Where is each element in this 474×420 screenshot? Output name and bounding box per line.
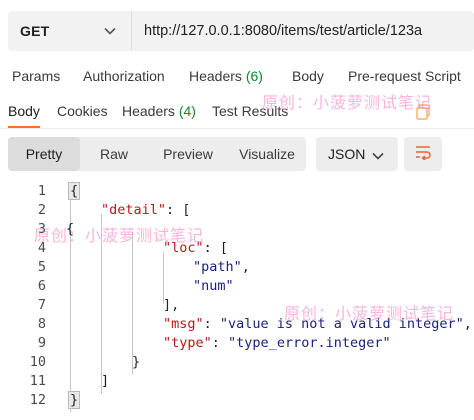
code-line: "path", (193, 259, 250, 275)
json-punctuation: : [ (203, 240, 229, 256)
json-punctuation: : (211, 335, 229, 351)
request-tabs: Params Authorization Headers (6) Body Pr… (12, 66, 474, 88)
tab-count: (6) (245, 68, 263, 84)
indent-guide (101, 214, 102, 394)
chevron-down-icon (103, 24, 117, 38)
line-number: 10 (29, 354, 46, 370)
tab-cookies[interactable]: Cookies (57, 103, 108, 119)
tab-response-headers[interactable]: Headers (4) (122, 103, 196, 119)
response-code-editor[interactable]: 1 2 3 4 5 6 7 8 9 10 11 12 { "detail": [… (0, 180, 474, 420)
tab-label: Test Results (212, 103, 289, 119)
copy-icon[interactable] (416, 104, 430, 120)
format-visualize-button[interactable]: Visualize (228, 137, 306, 171)
request-bar: GET http://127.0.0.1:8080/items/test/art… (8, 11, 474, 51)
tab-label: Headers (189, 68, 242, 84)
code-line: { (66, 221, 74, 237)
code-line: { (68, 182, 81, 200)
json-punctuation: , (241, 259, 250, 275)
format-raw-button[interactable]: Raw (80, 137, 148, 171)
indent-guide (132, 232, 133, 374)
language-select[interactable]: JSON (316, 137, 398, 171)
code-line: "num" (193, 278, 234, 294)
json-string: "type_error.integer" (228, 335, 391, 351)
format-label: Pretty (25, 146, 63, 162)
format-pretty-button[interactable]: Pretty (8, 137, 80, 171)
divider (0, 128, 474, 129)
line-number: 6 (37, 278, 46, 294)
tab-authorization[interactable]: Authorization (83, 68, 165, 84)
code-line: ] (101, 373, 109, 389)
tab-pre-request-script[interactable]: Pre-request Script (348, 68, 461, 84)
line-number: 7 (37, 297, 46, 313)
json-string: "path" (193, 259, 242, 275)
bracket-match: { (68, 182, 81, 200)
code-line: "type": "type_error.integer" (163, 335, 391, 351)
tab-params[interactable]: Params (12, 68, 60, 84)
json-key: "loc" (163, 240, 204, 256)
json-punctuation: , (463, 316, 472, 332)
json-punctuation: { (66, 221, 75, 237)
json-key: "detail" (101, 202, 167, 218)
line-number: 5 (37, 259, 46, 275)
json-key: "type" (163, 335, 212, 351)
json-string: "value is not a valid integer" (219, 316, 464, 332)
language-label: JSON (328, 146, 366, 162)
code-line: "msg": "value is not a valid integer", (163, 316, 472, 332)
bracket-match: } (68, 391, 81, 409)
format-label: Raw (99, 146, 128, 162)
line-number: 3 (37, 221, 46, 237)
tab-label: Body (8, 103, 40, 119)
wrap-lines-button[interactable] (404, 137, 442, 171)
format-preview-button[interactable]: Preview (148, 137, 228, 171)
line-number: 12 (29, 392, 46, 408)
response-tabs: Body Cookies Headers (4) Test Results (0, 100, 474, 128)
tab-label: Body (292, 68, 324, 84)
tab-count: (4) (178, 103, 196, 119)
method-label: GET (20, 23, 50, 39)
format-selector: Pretty Raw Preview Visualize (8, 137, 306, 171)
code-line: "detail": [ (101, 202, 190, 218)
url-input[interactable]: http://127.0.0.1:8080/items/test/article… (132, 23, 474, 39)
json-punctuation: : [ (166, 202, 191, 218)
json-punctuation: } (132, 354, 141, 370)
tab-label: Headers (122, 103, 175, 119)
code-line: } (132, 354, 140, 370)
code-line: "loc": [ (163, 240, 228, 256)
code-line: ], (163, 297, 179, 313)
line-number: 4 (37, 240, 46, 256)
line-number: 2 (37, 202, 46, 218)
json-string: "num" (193, 278, 234, 294)
tab-label: Authorization (83, 68, 165, 84)
tab-body[interactable]: Body (292, 68, 324, 84)
tab-test-results[interactable]: Test Results (212, 103, 288, 119)
wrap-lines-icon (414, 144, 432, 165)
json-key: "msg" (163, 316, 204, 332)
json-punctuation: ], (163, 297, 180, 313)
code-line: } (68, 391, 81, 409)
tab-label: Pre-request Script (348, 68, 461, 84)
format-label: Visualize (239, 146, 295, 162)
method-select[interactable]: GET (8, 11, 132, 51)
line-number: 8 (37, 316, 46, 332)
tab-headers[interactable]: Headers (6) (189, 68, 263, 84)
line-number: 9 (37, 335, 46, 351)
tab-label: Params (12, 68, 61, 84)
chevron-down-icon (372, 147, 386, 161)
tab-label: Cookies (57, 103, 108, 119)
json-punctuation: ] (101, 373, 110, 389)
tab-response-body[interactable]: Body (8, 103, 40, 119)
line-number: 11 (29, 373, 46, 389)
format-label: Preview (163, 146, 213, 162)
json-punctuation: : (203, 316, 220, 332)
line-number: 1 (37, 183, 46, 199)
